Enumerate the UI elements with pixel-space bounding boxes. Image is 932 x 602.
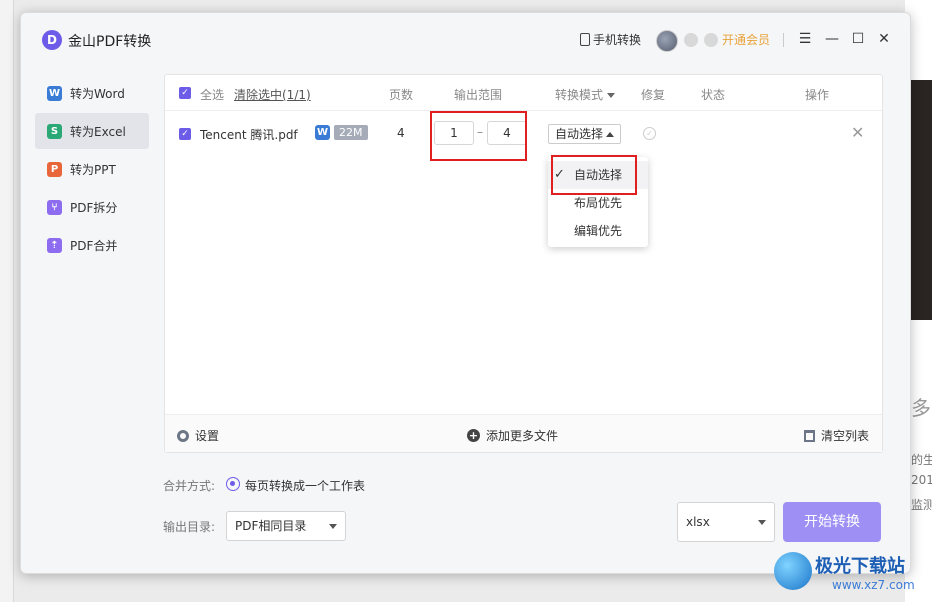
avatar[interactable]: [656, 30, 678, 52]
sidebar-item-label: PDF拆分: [70, 200, 118, 215]
chevron-down-icon: [329, 524, 337, 529]
background-text: 的生: [911, 453, 932, 467]
merge-mode-radio[interactable]: [226, 477, 240, 491]
plus-circle-icon: +: [467, 429, 480, 442]
vip-link[interactable]: 开通会员: [722, 31, 770, 48]
mode-header[interactable]: 转换模式: [555, 86, 616, 103]
phone-icon: [580, 33, 590, 46]
converter-window: D 金山PDF转换 手机转换 开通会员 ☰ — ☐ ✕ W 转为Word S 转…: [20, 12, 911, 574]
add-files-label: 添加更多文件: [486, 429, 559, 443]
app-title: 金山PDF转换: [68, 34, 152, 50]
format-select[interactable]: xlsx: [677, 502, 775, 542]
add-files-button[interactable]: + 添加更多文件: [467, 427, 558, 444]
output-dir-label: 输出目录:: [163, 520, 216, 534]
clear-selected-link[interactable]: 清除选中(1/1): [234, 86, 311, 103]
select-all-checkbox[interactable]: ✓: [179, 87, 191, 99]
settings-label: 设置: [195, 429, 220, 443]
trash-icon: [804, 429, 815, 442]
range-header: 输出范围: [454, 88, 503, 102]
member-badge-icon: [684, 33, 698, 47]
mode-option-label: 布局优先: [573, 196, 622, 210]
sidebar: W 转为Word S 转为Excel P 转为PPT ⑂ PDF拆分 ⇡ PDF…: [35, 75, 149, 265]
clear-list-label: 清空列表: [821, 429, 870, 443]
chevron-down-icon: [758, 520, 766, 525]
background-text: 多: [911, 396, 931, 420]
gear-icon: [177, 429, 189, 442]
member-badge-icon: [704, 33, 718, 47]
remove-file-icon[interactable]: ✕: [851, 123, 864, 142]
mode-header-label: 转换模式: [555, 88, 604, 102]
pages-header: 页数: [389, 88, 414, 102]
ppt-icon: P: [47, 161, 62, 177]
panel-footer: 设置 + 添加更多文件 清空列表: [165, 414, 882, 452]
clear-list-button[interactable]: 清空列表: [804, 427, 869, 444]
background-text: 201: [911, 473, 932, 487]
auto-option-highlight-box: [551, 155, 637, 195]
phone-convert-label: 手机转换: [593, 33, 642, 47]
start-convert-button[interactable]: 开始转换: [783, 502, 881, 542]
background-photo: [911, 80, 932, 320]
word-icon: W: [315, 125, 330, 140]
file-size-badge: 22M: [334, 125, 368, 140]
app-logo-icon: D: [42, 30, 62, 50]
merge-mode-value[interactable]: 每页转换成一个工作表: [245, 477, 365, 494]
output-dir-value: PDF相同目录: [235, 519, 307, 533]
sidebar-item-label: 转为Word: [70, 86, 125, 101]
title-bar: D 金山PDF转换 手机转换 开通会员 ☰ — ☐ ✕: [21, 13, 910, 67]
sidebar-item-excel[interactable]: S 转为Excel: [35, 113, 149, 149]
range-highlight-box: [430, 111, 527, 161]
select-all-label[interactable]: 全选: [200, 86, 224, 103]
caret-down-icon: [607, 93, 616, 98]
sidebar-item-merge[interactable]: ⇡ PDF合并: [35, 227, 149, 263]
merge-icon: ⇡: [47, 237, 62, 253]
watermark-url: www.xz7.com: [832, 578, 915, 592]
row-checkbox[interactable]: ✓: [179, 128, 191, 140]
file-name: Tencent 腾讯.pdf: [200, 128, 298, 142]
output-dir-select[interactable]: PDF相同目录: [226, 511, 346, 541]
page-count: 4: [397, 126, 405, 140]
status-header: 状态: [701, 88, 726, 102]
split-icon: ⑂: [47, 199, 62, 215]
actions-header: 操作: [805, 88, 830, 102]
settings-button[interactable]: 设置: [177, 427, 219, 444]
watermark-title: 极光下载站: [815, 556, 905, 577]
word-icon: W: [47, 85, 62, 101]
sidebar-item-label: 转为PPT: [70, 162, 116, 177]
sidebar-item-word[interactable]: W 转为Word: [35, 75, 149, 111]
sidebar-item-label: PDF合并: [70, 238, 118, 253]
sidebar-item-ppt[interactable]: P 转为PPT: [35, 151, 149, 187]
mode-option-label: 编辑优先: [573, 224, 622, 238]
mode-option-edit[interactable]: 编辑优先: [548, 217, 648, 245]
maximize-button[interactable]: ☐: [848, 29, 868, 49]
sidebar-item-label: 转为Excel: [70, 124, 126, 139]
sidebar-item-split[interactable]: ⑂ PDF拆分: [35, 189, 149, 225]
background-left-strip: [0, 0, 14, 602]
file-list-panel: ✓ 全选 清除选中(1/1) 页数 输出范围 转换模式 修复 状态 操作 ✓ T…: [164, 74, 883, 453]
watermark-icon: [774, 552, 812, 590]
close-button[interactable]: ✕: [874, 29, 894, 49]
minimize-button[interactable]: —: [822, 29, 842, 49]
titlebar-divider: [783, 33, 784, 47]
format-value: xlsx: [686, 515, 710, 529]
mode-select-value: 自动选择: [555, 127, 604, 141]
caret-up-icon: [606, 132, 615, 137]
repair-check-icon: ✓: [643, 127, 656, 140]
menu-icon[interactable]: ☰: [795, 29, 815, 49]
repair-header: 修复: [641, 88, 666, 102]
merge-mode-label: 合并方式:: [163, 479, 216, 493]
table-header: ✓ 全选 清除选中(1/1) 页数 输出范围 转换模式 修复 状态 操作: [165, 75, 882, 111]
excel-icon: S: [47, 123, 62, 139]
mode-select[interactable]: 自动选择: [548, 124, 622, 144]
phone-convert-button[interactable]: 手机转换: [580, 31, 641, 48]
watermark-logo: 极光下载站 www.xz7.com: [770, 548, 928, 600]
background-text: 监测: [911, 498, 932, 512]
